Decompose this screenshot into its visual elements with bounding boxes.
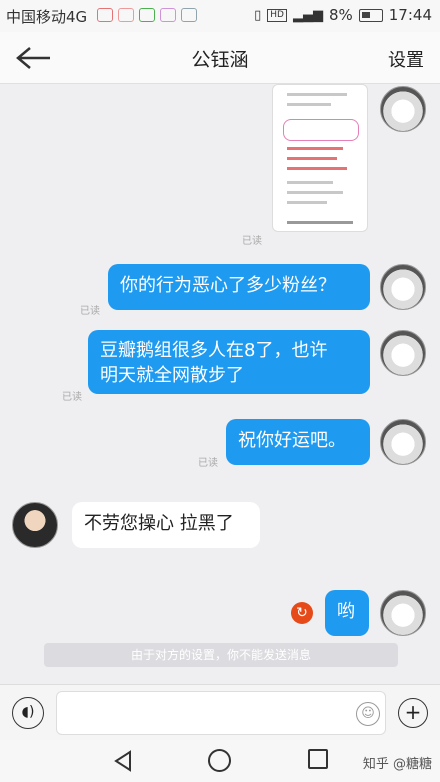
- emoji-icon[interactable]: ☺: [356, 702, 380, 726]
- image-content: [287, 157, 337, 160]
- watermark: 知乎 @糖糖: [362, 757, 432, 772]
- message-input[interactable]: [56, 691, 386, 735]
- settings-button[interactable]: 设置: [388, 46, 424, 72]
- notification-icons: [97, 8, 197, 22]
- image-content: [287, 191, 343, 194]
- nav-home-icon[interactable]: [208, 749, 231, 772]
- input-bar: ◖) ☺ +: [0, 684, 440, 740]
- avatar[interactable]: [380, 86, 426, 132]
- battery-icon: [358, 8, 383, 22]
- image-content: [287, 147, 343, 150]
- hd-icon: HD: [267, 8, 287, 22]
- signal-icon: ▂▄▆: [292, 7, 323, 23]
- read-receipt: 已读: [198, 458, 218, 469]
- read-receipt: 已读: [242, 236, 262, 247]
- message-bubble[interactable]: 豆瓣鹅组很多人在8了，也许 明天就全网散步了: [88, 330, 370, 394]
- voice-icon[interactable]: ◖): [12, 697, 44, 729]
- avatar[interactable]: [380, 590, 426, 636]
- image-content: [287, 181, 333, 184]
- nav-back-icon[interactable]: [112, 750, 134, 772]
- send-failed-icon[interactable]: ↻: [291, 602, 313, 624]
- app-notification-icon: [160, 8, 176, 22]
- vibrate-icon: ▯: [254, 7, 262, 23]
- image-highlight: [283, 119, 359, 141]
- app-notification-icon: [97, 8, 113, 22]
- message-bubble[interactable]: 你的行为恶心了多少粉丝？: [108, 264, 370, 310]
- avatar[interactable]: [380, 419, 426, 465]
- plus-icon[interactable]: +: [398, 698, 428, 728]
- image-content: [287, 93, 347, 96]
- image-content: [287, 167, 347, 170]
- chat-header: 公钰涵 设置: [0, 32, 440, 84]
- status-bar: 中国移动4G ▯ HD ▂▄▆ 8% 17:44: [0, 0, 440, 32]
- message-bubble[interactable]: 不劳您操心 拉黑了: [72, 502, 260, 548]
- app-notification-icon: [118, 8, 134, 22]
- message-bubble[interactable]: 祝你好运吧。: [226, 419, 370, 465]
- image-message[interactable]: [272, 84, 368, 232]
- carrier-label: 中国移动4G: [6, 8, 88, 26]
- read-receipt: 已读: [80, 306, 100, 317]
- wechat-icon: [139, 8, 155, 22]
- avatar[interactable]: [380, 330, 426, 376]
- chat-area[interactable]: 已读 已读 你的行为恶心了多少粉丝？ 已读 豆瓣鹅组很多人在8了，也许 明天就全…: [0, 84, 440, 684]
- avatar[interactable]: [380, 264, 426, 310]
- contact-avatar[interactable]: [12, 502, 58, 548]
- battery-percent: 8%: [328, 6, 353, 24]
- nav-recent-icon[interactable]: [308, 749, 328, 769]
- status-right: ▯ HD ▂▄▆ 8% 17:44: [254, 6, 432, 24]
- app-notification-icon: [181, 8, 197, 22]
- system-nav-bar: 知乎 @糖糖: [0, 740, 440, 782]
- image-content: [287, 221, 353, 224]
- read-receipt: 已读: [62, 392, 82, 403]
- image-content: [287, 201, 327, 204]
- page-title: 公钰涵: [191, 49, 249, 71]
- system-notice: 由于对方的设置，你不能发送消息: [44, 643, 398, 667]
- message-bubble[interactable]: 哟: [325, 590, 369, 636]
- image-content: [287, 103, 331, 106]
- clock: 17:44: [388, 6, 432, 24]
